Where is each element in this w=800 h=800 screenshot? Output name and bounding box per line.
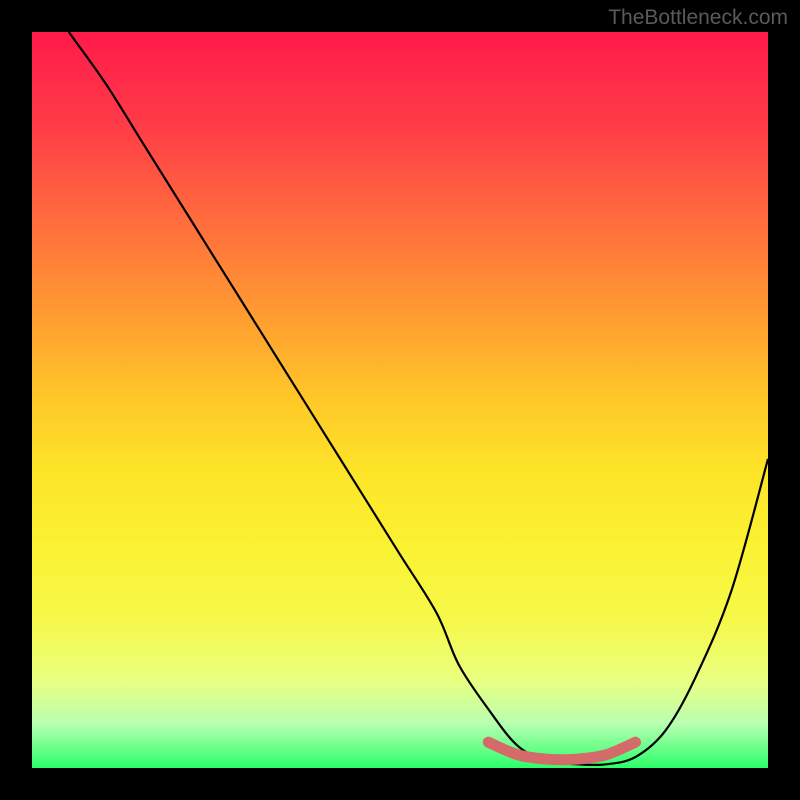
chart-svg [32, 32, 768, 768]
watermark-text: TheBottleneck.com [608, 6, 788, 30]
chart-line-main [69, 32, 768, 765]
chart-plot-area [32, 32, 768, 768]
chart-line-bottleneck-region [488, 742, 635, 760]
